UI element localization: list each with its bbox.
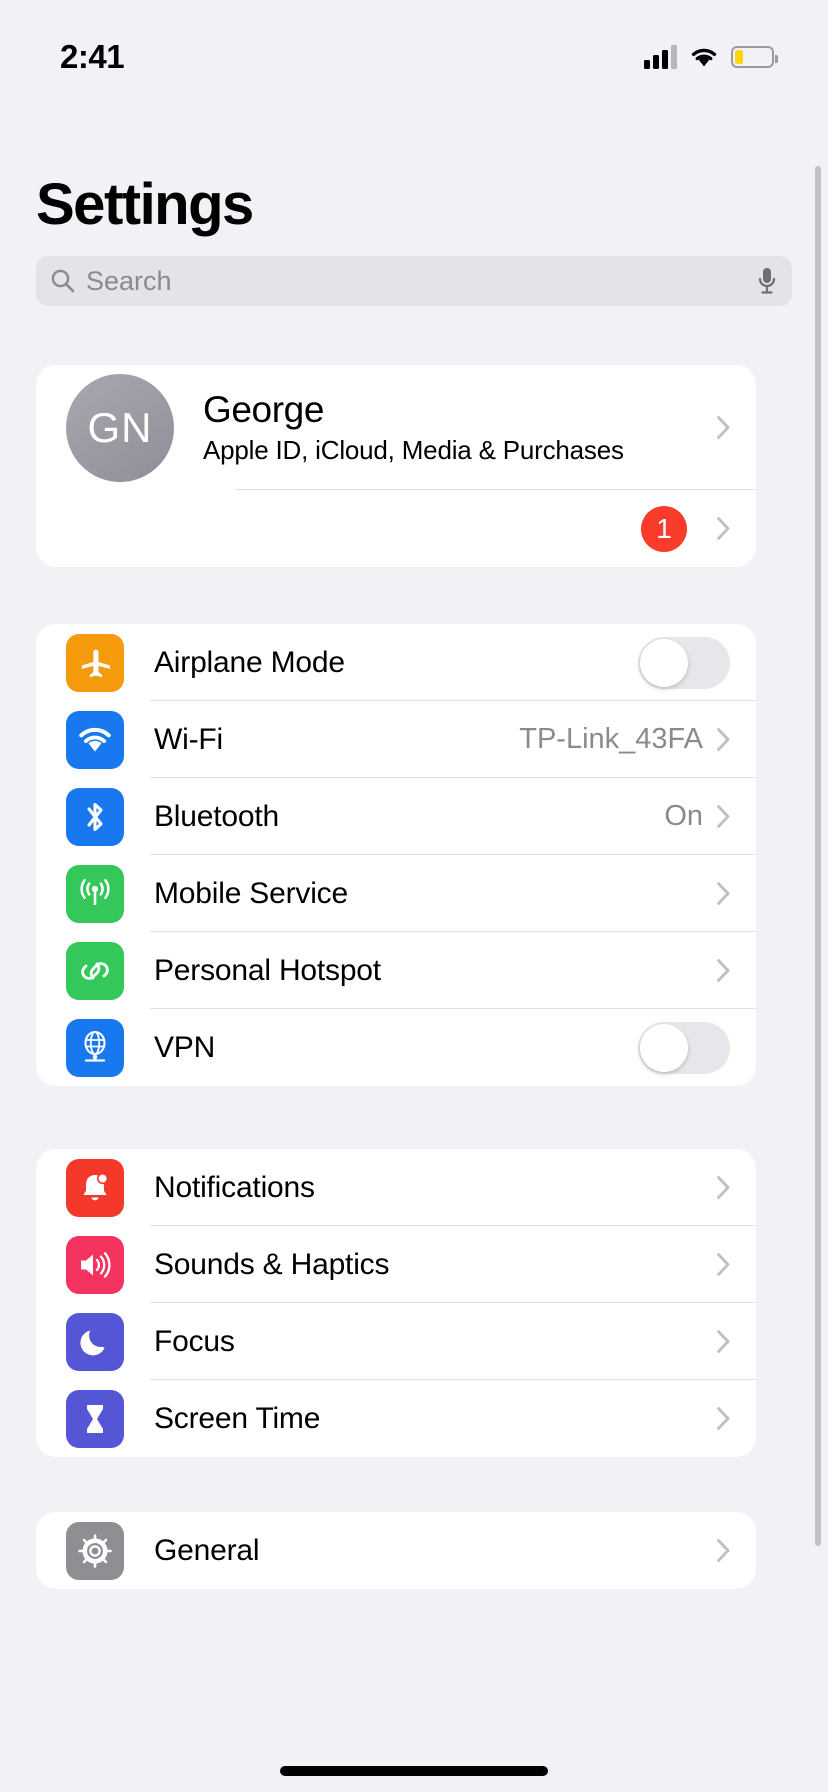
- wifi-icon: [66, 710, 124, 769]
- apple-id-row[interactable]: GN George Apple ID, iCloud, Media & Purc…: [36, 365, 756, 490]
- cellular-signal-icon: [644, 45, 677, 69]
- settings-row-label: Mobile Service: [154, 876, 348, 910]
- settings-row-label: Screen Time: [154, 1401, 321, 1435]
- hourglass-icon: [66, 1389, 124, 1448]
- hotspot-link-icon: [66, 941, 124, 1000]
- search-input[interactable]: Search: [86, 266, 756, 297]
- settings-row-screen-time[interactable]: Screen Time: [36, 1380, 756, 1457]
- settings-row-label: Personal Hotspot: [154, 953, 381, 987]
- settings-row-mobile-service[interactable]: Mobile Service: [36, 855, 756, 932]
- chevron-right-icon: [717, 959, 730, 982]
- mobile-signal-icon: [66, 864, 124, 923]
- avatar: GN: [66, 373, 174, 482]
- settings-row-bluetooth[interactable]: Bluetooth On: [36, 778, 756, 855]
- settings-screen: 2:41 Settings Search GN George Apple ID,…: [0, 0, 828, 1792]
- apple-id-subtitle: Apple ID, iCloud, Media & Purchases: [203, 435, 624, 465]
- settings-row-sounds-haptics[interactable]: Sounds & Haptics: [36, 1226, 756, 1303]
- chevron-right-icon: [717, 1407, 730, 1430]
- airplane-mode-toggle[interactable]: [638, 636, 730, 689]
- chevron-right-icon: [717, 1539, 730, 1562]
- settings-row-airplane-mode[interactable]: Airplane Mode: [36, 624, 756, 701]
- avatar-initials: GN: [87, 403, 153, 451]
- vpn-globe-icon: [66, 1018, 124, 1077]
- general-group: General: [36, 1512, 756, 1589]
- settings-row-notifications[interactable]: Notifications: [36, 1149, 756, 1226]
- chevron-right-icon: [717, 728, 730, 751]
- settings-row-label: Bluetooth: [154, 799, 279, 833]
- connectivity-group: Airplane Mode Wi-Fi TP-Link_43FA Bluetoo…: [36, 624, 756, 1086]
- settings-row-general[interactable]: General: [36, 1512, 756, 1589]
- apple-id-name: George: [203, 389, 325, 430]
- wifi-icon: [691, 48, 717, 67]
- settings-row-label: Wi-Fi: [154, 722, 223, 756]
- status-bar-indicators: [644, 31, 778, 69]
- settings-row-label: General: [154, 1533, 260, 1567]
- speaker-waves-icon: [66, 1235, 124, 1294]
- chevron-right-icon: [717, 517, 730, 540]
- settings-row-wifi[interactable]: Wi-Fi TP-Link_43FA: [36, 701, 756, 778]
- wifi-network-value: TP-Link_43FA: [519, 723, 703, 755]
- settings-row-label: VPN: [154, 1030, 216, 1064]
- chevron-right-icon: [717, 882, 730, 905]
- settings-row-label: Sounds & Haptics: [154, 1247, 390, 1281]
- settings-row-label: Notifications: [154, 1170, 315, 1204]
- bluetooth-state-value: On: [664, 800, 703, 832]
- notifications-group: Notifications Sounds & Haptics Focus Scr…: [36, 1149, 756, 1457]
- vertical-scrollbar[interactable]: [815, 166, 821, 1546]
- bell-badge-icon: [66, 1158, 124, 1217]
- chevron-right-icon: [717, 1253, 730, 1276]
- gear-icon: [66, 1521, 124, 1580]
- status-bar: 2:41: [0, 0, 828, 100]
- search-field[interactable]: Search: [36, 256, 792, 306]
- apple-id-card: GN George Apple ID, iCloud, Media & Purc…: [36, 365, 756, 567]
- chevron-right-icon: [717, 805, 730, 828]
- status-badge: 1: [641, 505, 687, 552]
- settings-row-personal-hotspot[interactable]: Personal Hotspot: [36, 932, 756, 1009]
- chevron-right-icon: [717, 1176, 730, 1199]
- status-bar-time: 2:41: [60, 38, 125, 75]
- settings-row-focus[interactable]: Focus: [36, 1303, 756, 1380]
- microphone-icon[interactable]: [756, 266, 778, 296]
- search-icon: [51, 269, 75, 293]
- bluetooth-icon: [66, 787, 124, 846]
- apple-id-text: George Apple ID, iCloud, Media & Purchas…: [203, 389, 717, 466]
- apple-id-alert-row[interactable]: 1: [36, 490, 756, 567]
- battery-low-icon: [731, 46, 778, 68]
- page-title: Settings: [36, 172, 254, 237]
- moon-icon: [66, 1312, 124, 1371]
- airplane-icon: [66, 633, 124, 692]
- settings-row-vpn[interactable]: VPN: [36, 1009, 756, 1086]
- settings-row-label: Focus: [154, 1324, 235, 1358]
- home-indicator[interactable]: [280, 1766, 548, 1776]
- chevron-right-icon: [717, 1330, 730, 1353]
- chevron-right-icon: [717, 416, 730, 439]
- settings-row-label: Airplane Mode: [154, 645, 345, 679]
- vpn-toggle[interactable]: [638, 1021, 730, 1074]
